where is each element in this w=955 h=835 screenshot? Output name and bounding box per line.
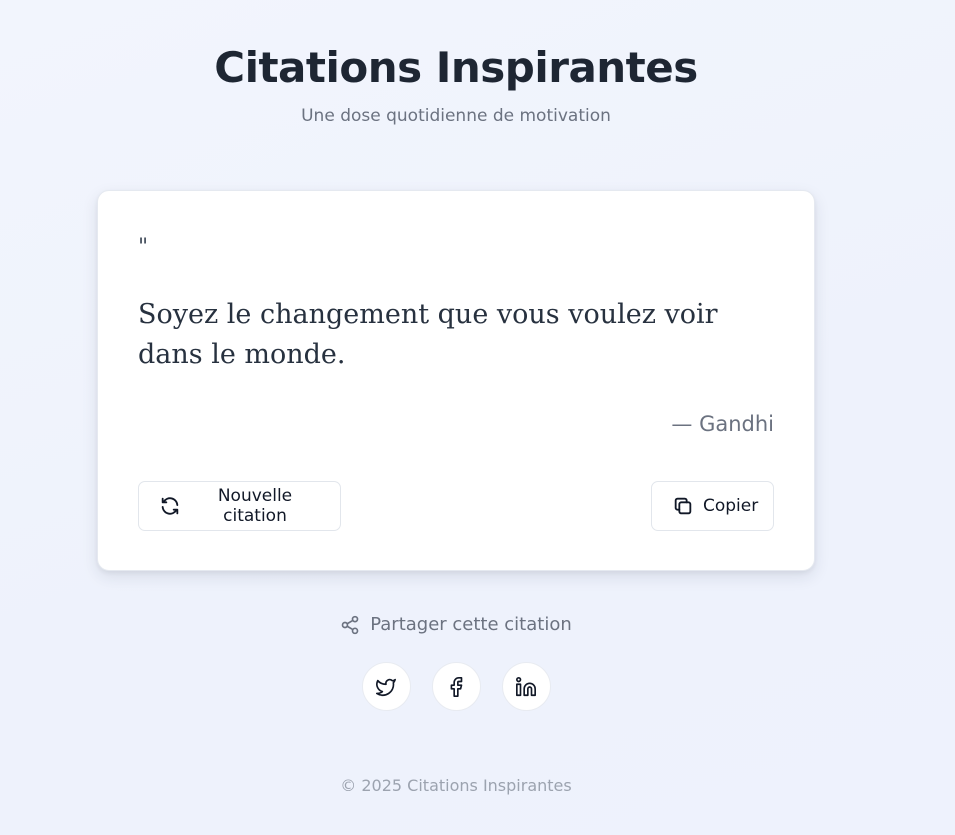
linkedin-icon <box>515 676 537 698</box>
twitter-icon <box>375 676 397 698</box>
page-header: Citations Inspirantes Une dose quotidien… <box>0 40 912 128</box>
refresh-icon <box>159 495 181 517</box>
page-footer: © 2025 Citations Inspirantes <box>340 776 572 795</box>
copy-icon <box>672 495 694 517</box>
new-quote-button[interactable]: Nouvelle citation <box>138 481 341 531</box>
quote-mark: " <box>138 235 149 260</box>
share-label: Partager cette citation <box>370 614 572 635</box>
new-quote-label: Nouvelle citation <box>217 486 293 526</box>
twitter-share-button[interactable] <box>361 662 411 711</box>
page-title: Citations Inspirantes <box>214 43 698 92</box>
share-section: Partager cette citation <box>0 614 912 635</box>
facebook-share-button[interactable] <box>431 662 481 711</box>
linkedin-share-button[interactable] <box>501 662 551 711</box>
copy-button[interactable]: Copier <box>651 481 774 531</box>
copy-label: Copier <box>703 496 759 516</box>
facebook-icon <box>445 676 467 698</box>
quote-card: " Soyez le changement que vous voulez vo… <box>97 190 815 571</box>
share-icon <box>340 615 360 635</box>
page-subtitle: Une dose quotidienne de motivation <box>301 106 611 126</box>
quote-author: — Gandhi <box>671 412 774 436</box>
social-share-buttons <box>0 662 912 711</box>
quote-text: Soyez le changement que vous voulez voir… <box>138 299 718 370</box>
